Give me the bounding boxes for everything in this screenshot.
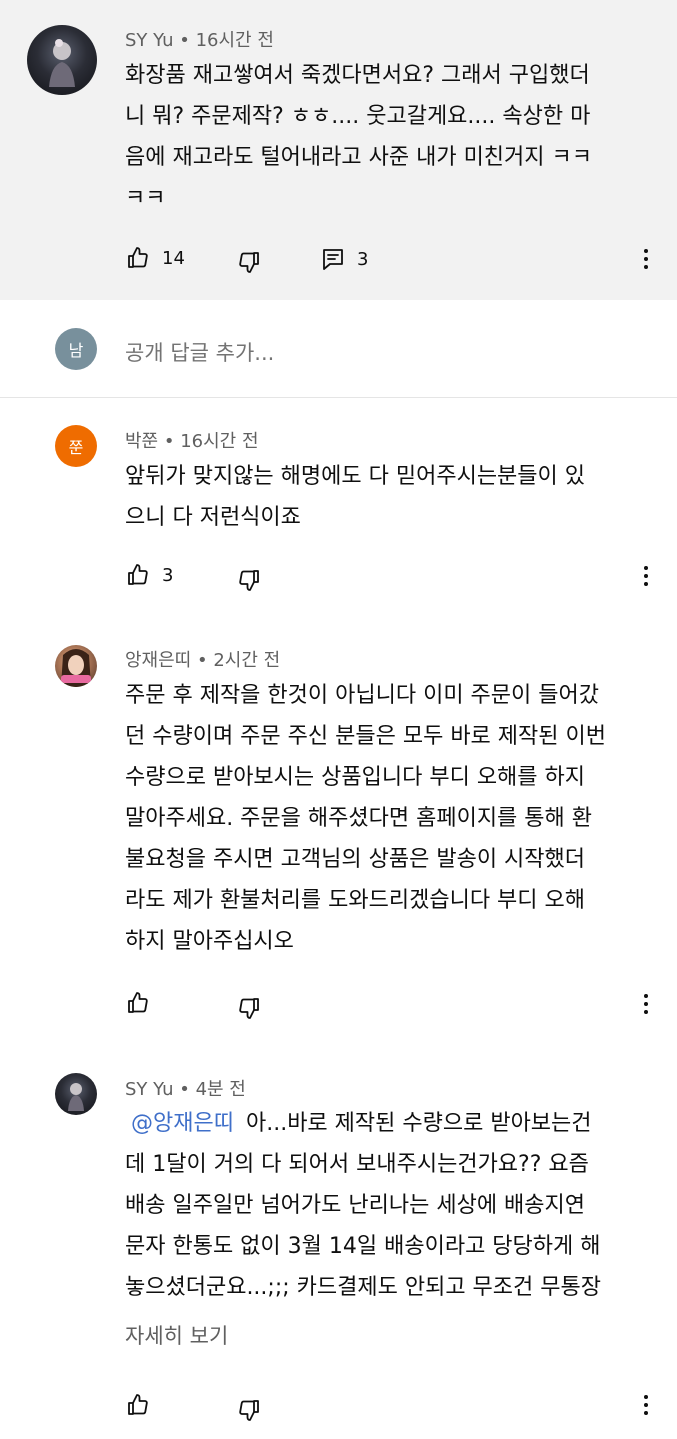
comment-text: 화장품 재고쌓여서 죽겠다면서요? 그래서 구입했더 니 뭐? 주문제작? ㅎㅎ… (125, 55, 592, 219)
comment-text: 주문 후 제작을 한것이 아닙니다 이미 주문이 들어갔 던 수량이며 주문 주… (125, 675, 606, 962)
separator-dot: • (196, 650, 208, 671)
comment-time: 16시간 전 (180, 431, 259, 452)
more-options-icon[interactable] (636, 1390, 656, 1420)
comment-line: 수량으로 받아보시는 상품입니다 부디 오해를 하지 (125, 765, 586, 790)
dislike-button[interactable] (237, 1398, 261, 1422)
dislike-button[interactable] (237, 568, 261, 592)
like-count: 3 (162, 564, 174, 586)
more-options-icon[interactable] (636, 989, 656, 1019)
separator-dot: • (163, 431, 175, 452)
author-name[interactable]: 앙재은띠 (125, 650, 191, 671)
comment-line: 음에 재고라도 털어내라고 사준 내가 미친거지 ㅋㅋ (125, 145, 593, 170)
comment-text: 앞뒤가 맞지않는 해명에도 다 믿어주시는분들이 있 으니 다 저런식이죠 (125, 456, 585, 538)
comment-time: 2시간 전 (213, 650, 281, 671)
like-button[interactable]: 14 (126, 246, 185, 270)
comment-line: 화장품 재고쌓여서 죽겠다면서요? 그래서 구입했더 (125, 63, 590, 88)
dislike-button[interactable] (237, 996, 261, 1020)
read-more-link[interactable]: 자세히 보기 (125, 1320, 228, 1350)
comment-line: 불요청을 주시면 고객님의 상품은 발송이 시작했더 (125, 847, 586, 872)
comment-line: 말아주세요. 주문을 해주셨다면 홈페이지를 통해 환 (125, 806, 593, 831)
comment-line: 앞뒤가 맞지않는 해명에도 다 믿어주시는분들이 있 (125, 464, 586, 489)
comment-time: 16시간 전 (195, 30, 274, 51)
avatar[interactable] (27, 25, 97, 95)
like-button[interactable] (126, 1393, 150, 1417)
avatar: 남 (55, 328, 97, 370)
comment-icon (323, 249, 343, 270)
avatar[interactable] (55, 645, 97, 687)
reply-input[interactable]: 공개 답글 추가... (125, 337, 274, 367)
thumbs-up-icon (128, 992, 148, 1013)
avatar[interactable] (55, 1073, 97, 1115)
author-name[interactable]: SY Yu (125, 30, 173, 51)
comment-meta: SY Yu • 16시간 전 (125, 26, 274, 52)
dislike-button[interactable] (237, 250, 261, 274)
thumbs-down-icon (239, 1400, 259, 1421)
thumbs-down-icon (239, 252, 259, 273)
comment-line: 하지 말아주십시오 (125, 929, 294, 954)
comment-line: 주문 후 제작을 한것이 아닙니다 이미 주문이 들어갔 (125, 683, 599, 708)
avatar[interactable]: 쭌 (55, 425, 97, 467)
comment-time: 4분 전 (195, 1079, 246, 1100)
author-name[interactable]: SY Yu (125, 1079, 173, 1100)
comment-line: 놓으셨더군요...;;; 카드결제도 안되고 무조건 무통장 (125, 1275, 601, 1300)
comment-line: 니 뭐? 주문제작? ㅎㅎ.... 웃고갈게요.... 속상한 마 (125, 104, 591, 129)
thumbs-down-icon (239, 998, 259, 1019)
comment-line: 라도 제가 환불처리를 도와드리겠습니다 부디 오해 (125, 888, 586, 913)
comment-meta: 박쭌 • 16시간 전 (125, 427, 259, 453)
like-button[interactable]: 3 (126, 563, 173, 587)
separator-dot: • (179, 30, 190, 51)
like-button[interactable] (126, 991, 150, 1015)
comment-line-rest: 아...바로 제작된 수량으로 받아보는건 (245, 1111, 592, 1136)
thumbs-up-icon (128, 564, 148, 585)
comment-line: 배송 일주일만 넘어가도 난리나는 세상에 배송지연 (125, 1193, 586, 1218)
comment-line: 문자 한통도 없이 3월 14일 배송이라고 당당하게 해 (125, 1234, 601, 1259)
divider (0, 397, 677, 398)
mention-link[interactable]: @앙재은띠 (131, 1111, 234, 1136)
thumbs-up-icon (128, 1394, 148, 1415)
more-options-icon[interactable] (636, 244, 656, 274)
reply-count: 3 (357, 248, 369, 270)
like-count: 14 (162, 247, 185, 269)
more-options-icon[interactable] (636, 561, 656, 591)
comment-line: ㅋㅋ (125, 186, 166, 211)
thumbs-up-icon (128, 247, 148, 268)
separator-dot: • (179, 1079, 190, 1100)
comment-line: 데 1달이 거의 다 되어서 보내주시는건가요?? 요즘 (125, 1152, 589, 1177)
comment-line: 으니 다 저런식이죠 (125, 505, 301, 530)
comment-text: @앙재은띠 아...바로 제작된 수량으로 받아보는건 데 1달이 거의 다 되어… (125, 1103, 601, 1308)
comment-meta: 앙재은띠 • 2시간 전 (125, 646, 280, 672)
author-name[interactable]: 박쭌 (125, 431, 158, 452)
reply-button[interactable]: 3 (321, 247, 368, 271)
comment-line: @앙재은띠 아...바로 제작된 수량으로 받아보는건 (125, 1103, 601, 1144)
comment-line: 던 수량이며 주문 주신 분들은 모두 바로 제작된 이번 (125, 724, 606, 749)
thumbs-down-icon (239, 570, 259, 591)
comment-meta: SY Yu • 4분 전 (125, 1075, 246, 1101)
